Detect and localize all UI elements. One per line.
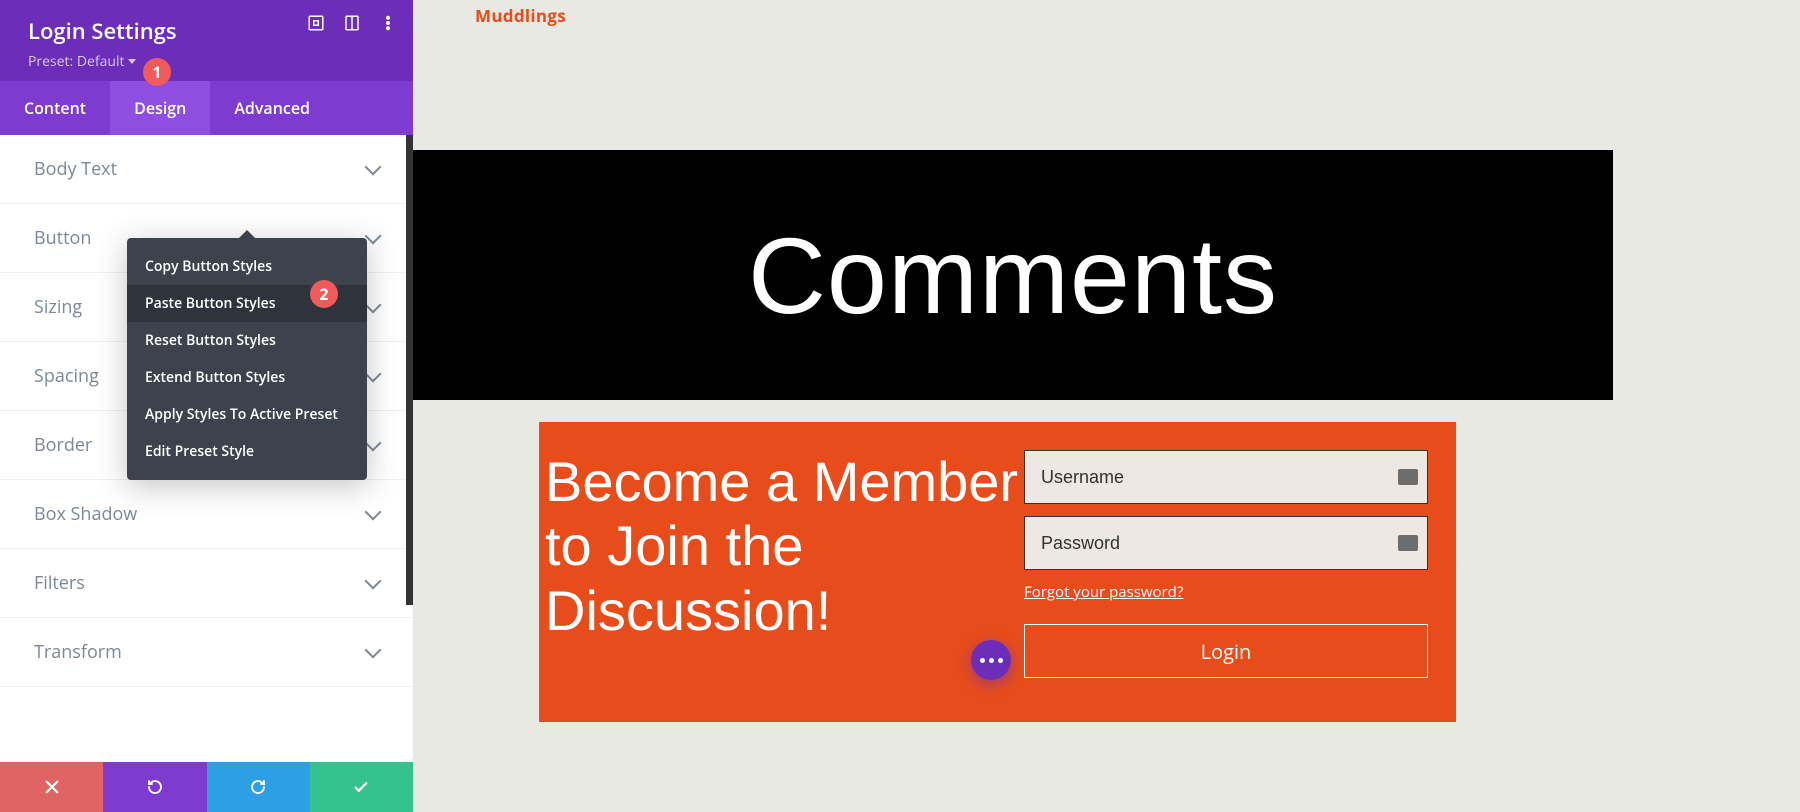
panel-header: Login Settings Preset: Default — [0, 0, 413, 81]
redo-button[interactable] — [207, 762, 310, 812]
option-label: Transform — [34, 640, 122, 664]
option-label: Border — [34, 433, 92, 457]
context-item-reset-styles[interactable]: Reset Button Styles — [127, 322, 367, 359]
context-item-apply-to-preset[interactable]: Apply Styles To Active Preset — [127, 396, 367, 433]
page-title: Comments — [748, 213, 1278, 338]
tab-content[interactable]: Content — [0, 81, 110, 135]
option-label: Spacing — [34, 364, 99, 388]
responsive-view-icon[interactable] — [343, 14, 361, 32]
context-item-extend-styles[interactable]: Extend Button Styles — [127, 359, 367, 396]
undo-button[interactable] — [103, 762, 206, 812]
context-item-edit-preset[interactable]: Edit Preset Style — [127, 433, 367, 470]
login-form: Forgot your password? Login — [1024, 450, 1428, 694]
preset-label: Preset: Default — [28, 52, 124, 71]
chevron-down-icon — [365, 435, 382, 452]
cta-text: Become a Member to Join the Discussion! — [539, 450, 1024, 694]
option-label: Button — [34, 226, 91, 250]
cancel-button[interactable] — [0, 762, 103, 812]
password-input[interactable] — [1024, 516, 1428, 570]
breadcrumb-link[interactable]: Muddlings — [475, 4, 566, 27]
footer-actions — [0, 762, 413, 812]
button-context-menu: Copy Button Styles Paste Button Styles R… — [127, 238, 367, 480]
forgot-password-link[interactable]: Forgot your password? — [1024, 582, 1428, 602]
option-filters[interactable]: Filters — [0, 549, 413, 618]
tab-advanced[interactable]: Advanced — [210, 81, 334, 135]
option-label: Box Shadow — [34, 502, 137, 526]
chevron-down-icon — [365, 297, 382, 314]
preset-selector[interactable]: Preset: Default — [28, 52, 136, 71]
annotation-badge-2: 2 — [310, 280, 338, 308]
chevron-down-icon — [365, 159, 382, 176]
header-icon-group — [307, 14, 397, 32]
save-button[interactable] — [310, 762, 413, 812]
preview-canvas: Muddlings Comments Become a Member to Jo… — [413, 0, 1800, 812]
option-label: Sizing — [34, 295, 82, 319]
chevron-down-icon — [128, 59, 136, 64]
chevron-down-icon — [365, 573, 382, 590]
scrollbar-thumb[interactable] — [406, 135, 413, 605]
chevron-down-icon — [365, 642, 382, 659]
hover-preview-icon[interactable] — [307, 14, 325, 32]
password-manager-icon[interactable] — [1398, 469, 1418, 485]
option-label: Body Text — [34, 157, 117, 181]
tab-design[interactable]: Design — [110, 81, 210, 135]
module-settings-icon[interactable] — [971, 640, 1011, 680]
chevron-down-icon — [365, 504, 382, 521]
option-label: Filters — [34, 571, 85, 595]
login-button[interactable]: Login — [1024, 624, 1428, 678]
chevron-down-icon — [365, 366, 382, 383]
more-options-icon[interactable] — [379, 14, 397, 32]
option-transform[interactable]: Transform — [0, 618, 413, 687]
option-body-text[interactable]: Body Text — [0, 135, 413, 204]
option-box-shadow[interactable]: Box Shadow — [0, 480, 413, 549]
page-title-band: Comments — [413, 150, 1613, 400]
chevron-down-icon — [365, 228, 382, 245]
tabs: Content Design Advanced — [0, 81, 413, 135]
username-input[interactable] — [1024, 450, 1428, 504]
annotation-badge-1: 1 — [143, 58, 171, 86]
context-item-copy-styles[interactable]: Copy Button Styles — [127, 248, 367, 285]
password-manager-icon[interactable] — [1398, 535, 1418, 551]
